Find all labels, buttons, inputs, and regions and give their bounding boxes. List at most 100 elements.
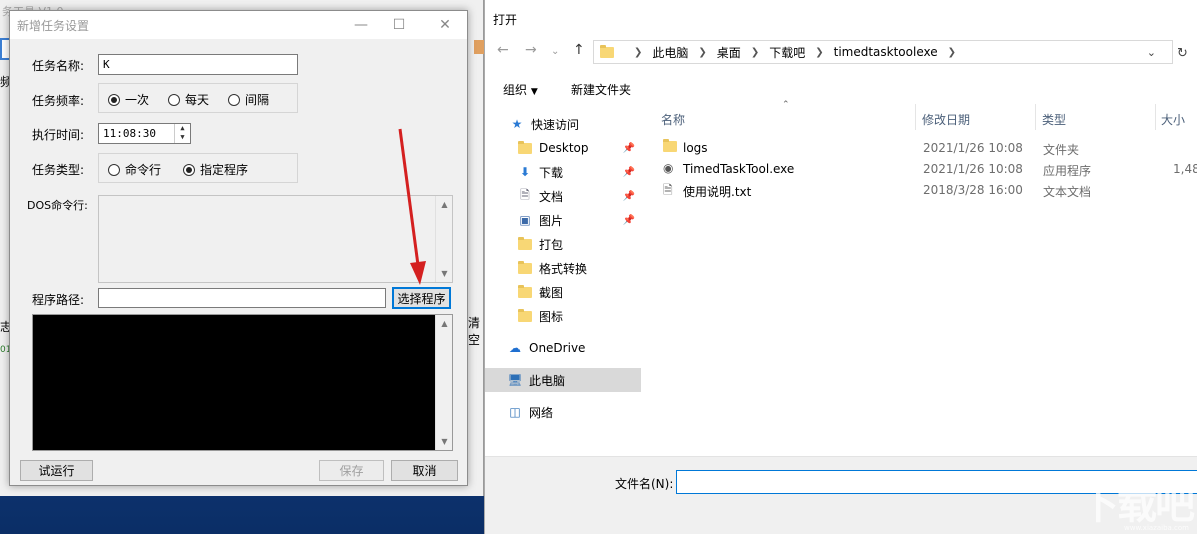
watermark-logo: 下载吧: [1079, 482, 1195, 528]
folder-icon: [600, 44, 614, 58]
save-button[interactable]: 保存: [319, 460, 384, 481]
address-bar[interactable]: ❯ 此电脑 ❯ 桌面 ❯ 下载吧 ❯ timedtasktoolexe ❯ ⌄: [593, 40, 1173, 64]
file-date: 2021/1/26 10:08: [923, 141, 1023, 155]
organize-menu[interactable]: 组织 ▼: [503, 81, 538, 98]
dialog-title-bar: 新增任务设置 — ☐ ✕: [10, 11, 467, 39]
nav-item-documents[interactable]: 🗎 文档 📌: [485, 184, 641, 208]
time-input[interactable]: 11:08:30 ▲ ▼: [98, 123, 191, 144]
program-path-label: 程序路径:: [32, 293, 85, 307]
folder-icon: [518, 260, 532, 274]
dialog-title: 新增任务设置: [17, 19, 90, 33]
task-name-label: 任务名称:: [32, 59, 85, 73]
file-type: 文本文档: [1043, 185, 1092, 199]
annotation-arrow: [398, 128, 426, 285]
radio-unchecked-icon: [168, 93, 180, 106]
test-run-button[interactable]: 试运行: [20, 460, 93, 481]
cloud-icon: ☁: [509, 341, 521, 355]
exe-icon: ◉: [663, 161, 674, 175]
type-radio-command[interactable]: 命令行: [108, 161, 161, 178]
console-scrollbar[interactable]: ▲ ▼: [435, 315, 452, 450]
freq-radio-daily[interactable]: 每天: [168, 91, 209, 108]
nav-item-this-pc[interactable]: 🖥 此电脑: [485, 368, 641, 392]
scroll-up-icon[interactable]: ▲: [436, 196, 453, 213]
scroll-down-icon[interactable]: ▼: [436, 265, 453, 282]
computer-icon: 🖥: [507, 373, 523, 387]
breadcrumb-item[interactable]: 下载吧: [769, 44, 805, 61]
nav-item-network[interactable]: ◫ 网络: [485, 400, 641, 424]
program-path-input[interactable]: [98, 288, 386, 308]
file-row[interactable]: 🗎 使用说明.txt 2018/3/28 16:00 文本文档: [661, 180, 1197, 201]
column-header-size[interactable]: 大小: [1161, 111, 1185, 128]
minimize-icon[interactable]: —: [340, 11, 382, 39]
background-app-clear-button[interactable]: 清空: [468, 314, 483, 348]
pin-icon[interactable]: 📌: [623, 167, 635, 178]
back-arrow-icon[interactable]: ←: [497, 42, 509, 58]
nav-item-onedrive[interactable]: ☁ OneDrive: [485, 336, 641, 360]
file-date: 2018/3/28 16:00: [923, 183, 1023, 197]
column-separator[interactable]: [915, 104, 916, 130]
breadcrumb-item[interactable]: 桌面: [717, 44, 741, 61]
freq-radio-once[interactable]: 一次: [108, 91, 149, 108]
nav-item-icons[interactable]: 图标: [485, 304, 641, 328]
nav-item-pack[interactable]: 打包: [485, 232, 641, 256]
task-name-input[interactable]: K: [98, 54, 298, 75]
document-icon: 🗎: [520, 187, 530, 202]
sort-ascending-icon: ⌃: [782, 100, 790, 110]
folder-icon: [663, 139, 677, 152]
nav-item-desktop[interactable]: Desktop 📌: [485, 136, 641, 160]
task-type-label: 任务类型:: [32, 163, 85, 177]
cancel-button[interactable]: 取消: [391, 460, 458, 481]
filename-label: 文件名(N):: [615, 477, 674, 491]
pin-icon[interactable]: 📌: [623, 191, 635, 202]
type-radio-program[interactable]: 指定程序: [183, 161, 248, 178]
breadcrumb-item[interactable]: timedtasktoolexe: [834, 45, 938, 59]
column-header-name[interactable]: 名称: [661, 111, 685, 128]
star-icon: ★: [511, 117, 523, 131]
background-app-badge: [474, 40, 484, 54]
file-row[interactable]: logs 2021/1/26 10:08 文件夹: [661, 138, 1197, 159]
file-row[interactable]: ◉ TimedTaskTool.exe 2021/1/26 10:08 应用程序…: [661, 159, 1197, 180]
close-icon[interactable]: ✕: [424, 11, 466, 39]
nav-item-pictures[interactable]: ▣ 图片 📌: [485, 208, 641, 232]
folder-icon: [518, 140, 532, 154]
frequency-group: 一次 每天 间隔: [98, 83, 298, 113]
scroll-down-icon[interactable]: ▼: [436, 433, 453, 450]
column-separator[interactable]: [1155, 104, 1156, 130]
recent-dropdown-icon[interactable]: ⌄: [551, 46, 559, 57]
nav-item-convert[interactable]: 格式转换: [485, 256, 641, 280]
dos-command-label: DOS命令行:: [27, 199, 88, 212]
column-header-date[interactable]: 修改日期: [922, 111, 970, 128]
freq-radio-interval[interactable]: 间隔: [228, 91, 269, 108]
navigation-pane: ★ 快速访问 Desktop 📌 ⬇ 下载 📌 🗎 文档 📌 ▣ 图片 📌 打包: [485, 108, 645, 454]
column-header-type[interactable]: 类型: [1042, 111, 1066, 128]
download-icon: ⬇: [519, 165, 531, 179]
breadcrumb-item[interactable]: 此电脑: [652, 44, 688, 61]
output-console: ▲ ▼: [32, 314, 453, 451]
maximize-icon[interactable]: ☐: [378, 11, 420, 39]
forward-arrow-icon[interactable]: →: [525, 42, 537, 58]
watermark-url: www.xiazaiba.com: [1124, 524, 1189, 532]
radio-checked-icon: [108, 93, 120, 106]
refresh-icon[interactable]: ↻: [1177, 46, 1188, 61]
radio-unchecked-icon: [228, 93, 240, 106]
address-dropdown-icon[interactable]: ⌄: [1147, 46, 1156, 59]
up-arrow-icon[interactable]: ↑: [573, 42, 585, 58]
nav-item-quick-access[interactable]: ★ 快速访问: [485, 112, 641, 136]
nav-item-screenshots[interactable]: 截图: [485, 280, 641, 304]
select-program-button[interactable]: 选择程序: [392, 287, 451, 309]
scroll-up-icon[interactable]: ▲: [436, 315, 453, 332]
new-folder-button[interactable]: 新建文件夹: [571, 81, 631, 98]
radio-checked-icon: [183, 163, 195, 176]
file-name: TimedTaskTool.exe: [683, 162, 795, 176]
open-file-dialog: 打开 ← → ⌄ ↑ ❯ 此电脑 ❯ 桌面 ❯ 下载吧 ❯ timedtaskt…: [484, 0, 1197, 534]
file-date: 2021/1/26 10:08: [923, 162, 1023, 176]
pin-icon[interactable]: 📌: [623, 215, 635, 226]
dos-scrollbar[interactable]: ▲ ▼: [435, 196, 452, 282]
time-spinner[interactable]: ▲ ▼: [174, 124, 190, 143]
column-separator[interactable]: [1035, 104, 1036, 130]
radio-unchecked-icon: [108, 163, 120, 176]
network-icon: ◫: [509, 405, 521, 419]
time-label: 执行时间:: [32, 128, 85, 142]
nav-item-downloads[interactable]: ⬇ 下载 📌: [485, 160, 641, 184]
pin-icon[interactable]: 📌: [623, 143, 635, 154]
